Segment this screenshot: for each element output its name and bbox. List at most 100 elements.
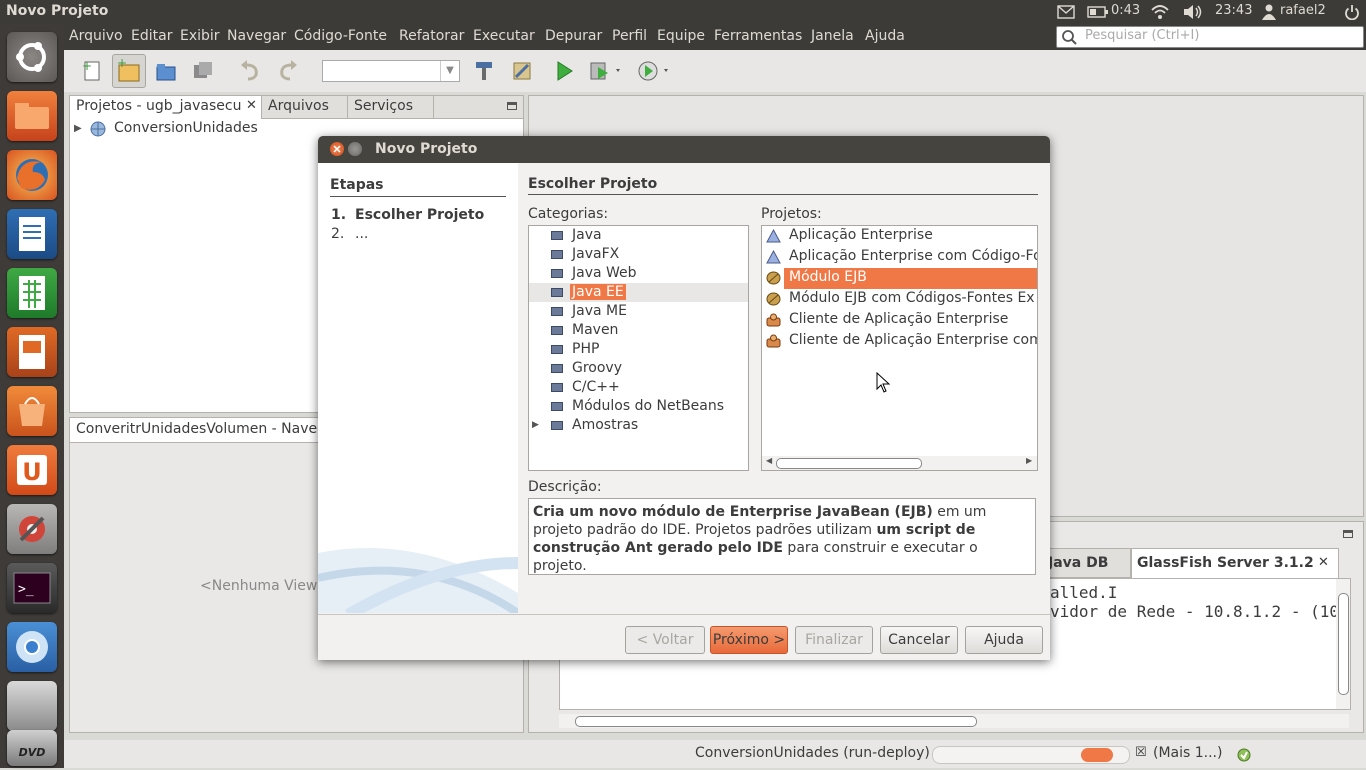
scroll-left-icon[interactable]: ◀ [766, 456, 772, 465]
menu-janela[interactable]: Janela [811, 28, 854, 44]
cancel-button[interactable]: Cancelar [880, 626, 958, 654]
minimize-dialog-icon[interactable] [348, 142, 362, 156]
vertical-scrollbar[interactable] [1336, 579, 1350, 709]
wifi-icon[interactable] [1150, 4, 1170, 20]
new-file-icon[interactable]: + [80, 59, 104, 83]
navigator-title: ConveritrUnidadesVolumen - Navega [76, 421, 335, 437]
svg-text:>_: >_ [18, 582, 34, 597]
ubuntu-dash-icon[interactable] [7, 32, 57, 82]
open-project-icon[interactable] [154, 59, 178, 83]
profile-icon[interactable] [636, 59, 670, 83]
expand-arrow-icon[interactable]: ▶ [532, 420, 539, 430]
horizontal-scrollbar[interactable] [559, 714, 1349, 728]
save-all-icon[interactable] [191, 59, 215, 83]
tree-item-project[interactable]: ConversionUnidades [114, 120, 258, 136]
menu-executar[interactable]: Executar [473, 28, 535, 44]
run-icon[interactable] [552, 59, 576, 83]
minimize-pane-icon[interactable] [507, 102, 517, 110]
help-button[interactable]: Ajuda [965, 626, 1043, 654]
cancel-task-icon[interactable]: ☒ [1135, 745, 1147, 760]
menu-arquivo[interactable]: Arquivo [69, 28, 123, 44]
next-button[interactable]: Próximo > [710, 626, 788, 654]
step-2-num: 2. [331, 226, 345, 242]
debug-icon[interactable] [588, 59, 622, 83]
tab-arquivos-label: Arquivos [268, 98, 329, 114]
tab-servicos-label: Serviços [354, 98, 413, 114]
category-label: Groovy [572, 360, 622, 376]
back-button[interactable]: < Voltar [625, 626, 705, 654]
close-icon[interactable]: ✕ [1318, 555, 1329, 570]
web-project-icon [90, 121, 106, 137]
menu-depurar[interactable]: Depurar [545, 28, 602, 44]
new-project-icon[interactable]: + [112, 54, 146, 88]
svg-text:+: + [82, 59, 92, 73]
tab-projetos[interactable]: Projetos - ugb_javasecu ✕ [70, 96, 262, 119]
finish-button[interactable]: Finalizar [795, 626, 873, 654]
menu-editar[interactable]: Editar [131, 28, 172, 44]
user-name[interactable]: rafael2 [1280, 3, 1326, 18]
more-tasks-link[interactable]: (Mais 1...) [1153, 745, 1222, 761]
menu-equipe[interactable]: Equipe [657, 28, 705, 44]
dvd-icon[interactable]: DVD [7, 730, 57, 766]
calc-icon[interactable] [7, 268, 57, 318]
categories-list[interactable]: Java JavaFX Java Web Java EE Java ME Mav… [528, 225, 749, 471]
svg-text:U: U [22, 458, 42, 486]
expand-arrow-icon[interactable]: ▶ [74, 123, 82, 134]
terminal-icon[interactable]: >_ [7, 563, 57, 613]
redo-icon[interactable] [276, 59, 300, 83]
project-label: Cliente de Aplicação Enterprise [789, 311, 1009, 327]
projects-horizontal-scrollbar[interactable]: ◀ ▶ [762, 456, 1037, 470]
user-icon[interactable] [1262, 4, 1276, 20]
clean-build-icon[interactable] [510, 59, 534, 83]
folder-icon [551, 345, 563, 354]
category-label: JavaFX [572, 246, 620, 262]
minimize-output-icon[interactable] [1343, 530, 1353, 538]
software-center-icon[interactable] [7, 386, 57, 436]
writer-icon[interactable] [7, 209, 57, 259]
battery-time: 0:43 [1111, 3, 1141, 18]
volume-icon[interactable] [1182, 4, 1204, 20]
mail-icon[interactable] [1057, 5, 1075, 19]
ubuntu-one-icon[interactable]: U [7, 445, 57, 495]
menu-perfil[interactable]: Perfil [612, 28, 647, 44]
power-icon[interactable] [1344, 4, 1360, 20]
chromium-icon[interactable] [7, 622, 57, 672]
steps-heading: Etapas [330, 177, 384, 193]
dialog-titlebar: Novo Projeto [318, 136, 1050, 163]
settings-icon[interactable] [7, 504, 57, 554]
battery-icon[interactable] [1087, 5, 1109, 19]
menu-navegar[interactable]: Navegar [227, 28, 286, 44]
configuration-select[interactable]: ▼ [322, 60, 460, 82]
update-icon[interactable] [1236, 747, 1252, 763]
section-heading: Escolher Projeto [528, 176, 658, 192]
close-dialog-icon[interactable] [330, 142, 344, 156]
categories-label: Categorias: [528, 206, 609, 222]
enterprise-triangle-icon [766, 250, 781, 264]
scroll-right-icon[interactable]: ▶ [1026, 456, 1032, 465]
menu-exibir[interactable]: Exibir [180, 28, 220, 44]
search-input[interactable]: Pesquisar (Ctrl+I) [1056, 26, 1364, 48]
menu-ajuda[interactable]: Ajuda [865, 28, 905, 44]
clock[interactable]: 23:43 [1215, 3, 1252, 18]
undo-icon[interactable] [238, 59, 262, 83]
progress-bar [932, 746, 1130, 764]
category-label: Java EE [570, 284, 626, 300]
files-icon[interactable] [7, 91, 57, 141]
tab-glassfish[interactable]: GlassFish Server 3.1.2 ✕ [1131, 548, 1339, 578]
tab-arquivos[interactable]: Arquivos [262, 96, 348, 118]
project-label: Módulo EJB com Códigos-Fontes Ex [789, 290, 1035, 306]
projects-list[interactable]: Aplicação Enterprise Aplicação Enterpris… [761, 225, 1038, 471]
navigator-empty: <Nenhuma View [200, 578, 318, 594]
search-icon [1062, 30, 1077, 45]
impress-icon[interactable] [7, 327, 57, 377]
menu-refatorar[interactable]: Refatorar [399, 28, 464, 44]
firefox-icon[interactable] [7, 150, 57, 200]
close-icon[interactable]: ✕ [246, 98, 257, 113]
menu-codigo-fonte[interactable]: Código-Fonte [294, 28, 387, 44]
build-icon[interactable] [472, 59, 496, 83]
menu-ferramentas[interactable]: Ferramentas [714, 28, 802, 44]
folder-icon [551, 326, 563, 335]
tab-servicos[interactable]: Serviços [348, 96, 434, 118]
folder-icon [551, 364, 563, 373]
workspace-icon[interactable] [7, 681, 57, 731]
